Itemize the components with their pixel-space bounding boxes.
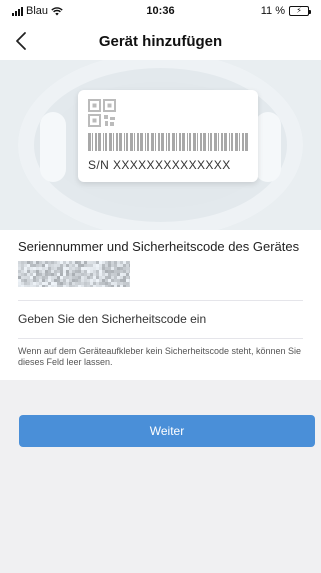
page-title: Gerät hinzufügen (98, 33, 223, 50)
qr-code-icon (88, 99, 116, 127)
hint-text: Wenn auf dem Geräteaufkleber kein Sicher… (18, 346, 302, 367)
device-sticker: S/N XXXXXXXXXXXXXX (78, 90, 258, 182)
divider (18, 300, 303, 301)
security-code-image (18, 261, 130, 287)
section-label: Seriennummer und Sicherheitscode des Ger… (18, 239, 300, 254)
device-label-illustration: S/N XXXXXXXXXXXXXX (0, 60, 321, 230)
battery-charging-icon: ⚡ (289, 6, 311, 16)
serial-number-placeholder: S/N XXXXXXXXXXXXXX (88, 158, 231, 172)
pixelated-code (18, 261, 130, 287)
security-code-input[interactable] (18, 302, 303, 336)
navigation-bar: Gerät hinzufügen (0, 22, 321, 60)
device-handle-left (40, 112, 66, 182)
form-section: Seriennummer und Sicherheitscode des Ger… (0, 230, 321, 380)
barcode-graphic (88, 133, 248, 151)
battery-percentage: 11 % (260, 5, 285, 17)
status-right: 11 % ⚡ (260, 5, 311, 17)
status-bar: Blau 10:36 11 % ⚡ (0, 0, 321, 22)
next-button[interactable]: Weiter (19, 415, 315, 447)
device-handle-right (255, 112, 281, 182)
divider (18, 338, 303, 339)
